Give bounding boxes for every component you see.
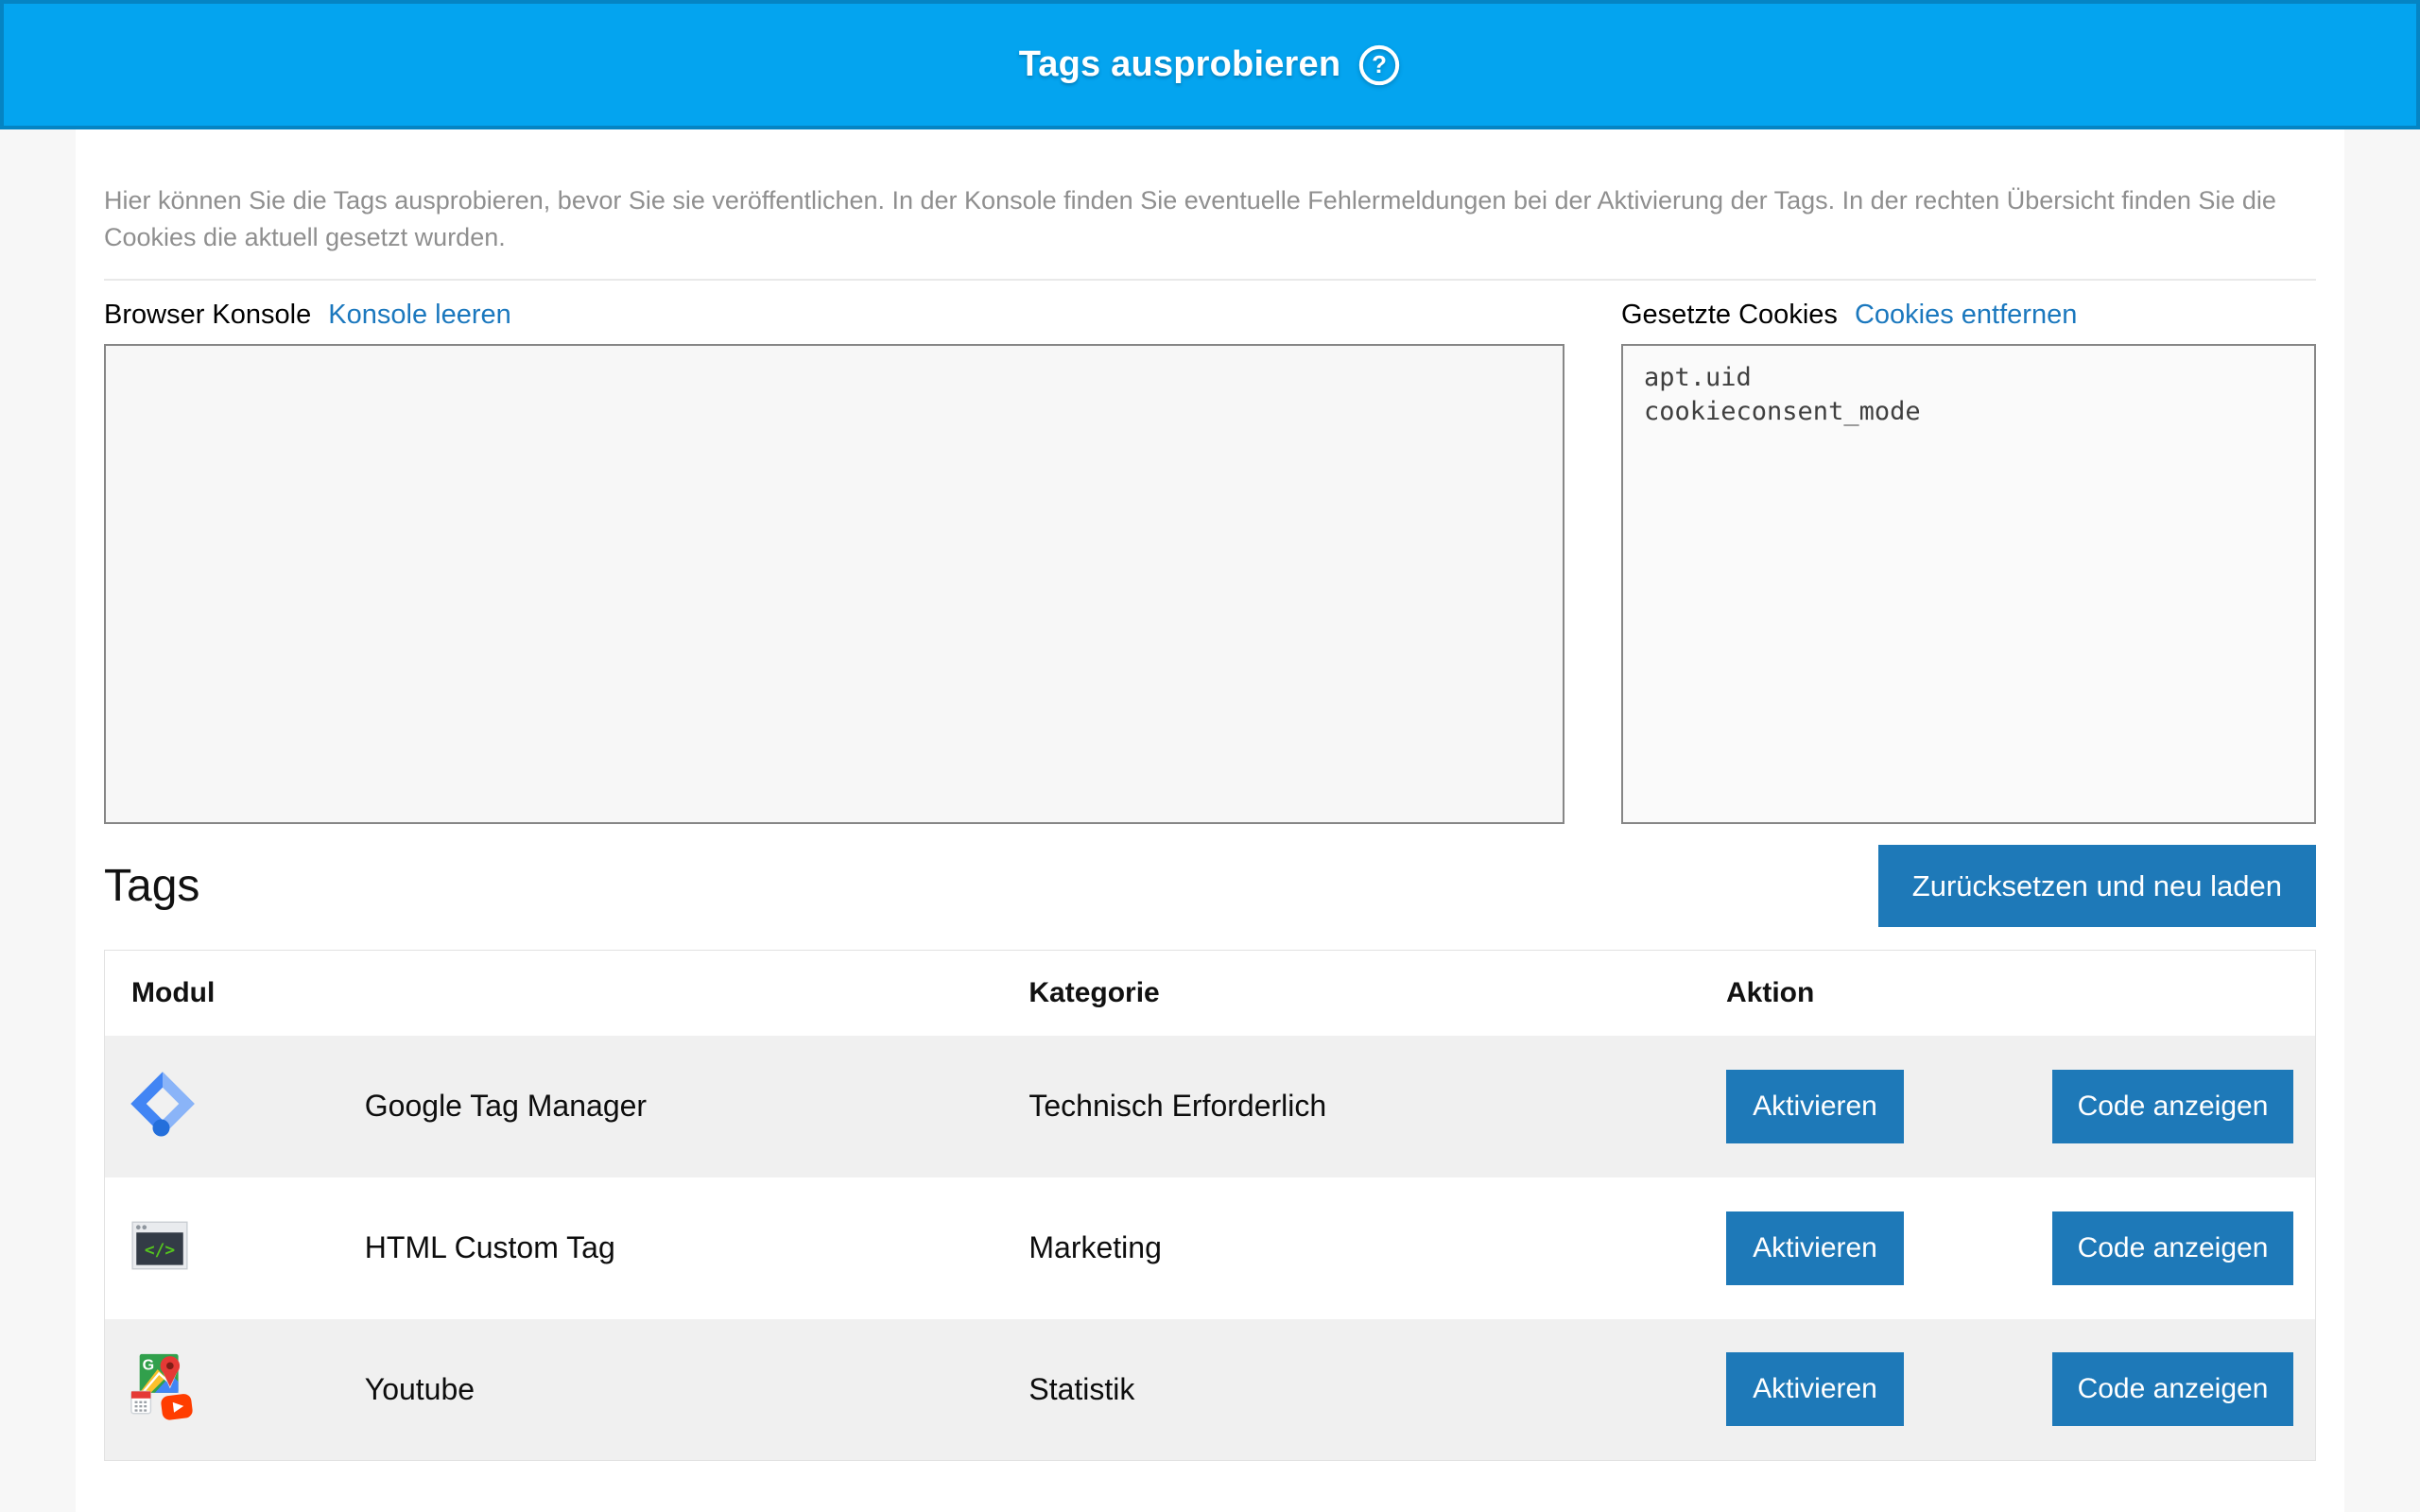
show-code-button[interactable]: Code anzeigen xyxy=(2052,1352,2293,1426)
browser-console-label: Browser Konsole xyxy=(104,300,311,330)
module-category: Marketing xyxy=(1028,1177,1725,1319)
cookie-entry: cookieconsent_mode xyxy=(1644,395,2293,429)
cookies-label: Gesetzte Cookies xyxy=(1621,300,1838,330)
tags-header-row: Tags Zurücksetzen und neu laden xyxy=(104,845,2316,927)
cookie-entry: apt.uid xyxy=(1644,361,2293,395)
show-code-button[interactable]: Code anzeigen xyxy=(2052,1070,2293,1143)
reset-reload-button[interactable]: Zurücksetzen und neu laden xyxy=(1878,845,2316,927)
cookies-panel: Gesetzte Cookies Cookies entfernen apt.u… xyxy=(1621,300,2316,824)
html-custom-tag-icon: </> xyxy=(129,1264,191,1280)
table-row: Google Tag Manager Technisch Erforderlic… xyxy=(105,1036,2316,1177)
console-cookies-section: Browser Konsole Konsole leeren Gesetzte … xyxy=(104,300,2316,824)
cookies-output: apt.uid cookieconsent_mode xyxy=(1621,344,2316,824)
table-header-row: Modul Kategorie Aktion xyxy=(105,951,2316,1036)
table-row: G xyxy=(105,1319,2316,1461)
column-header-module: Modul xyxy=(105,951,1028,1036)
activate-button[interactable]: Aktivieren xyxy=(1726,1352,1904,1426)
table-row: </> HTML Custom Tag Marketing Aktivieren… xyxy=(105,1177,2316,1319)
remove-cookies-link[interactable]: Cookies entfernen xyxy=(1855,300,2077,330)
tags-heading: Tags xyxy=(104,860,199,912)
youtube-google-services-icon: G xyxy=(129,1411,200,1427)
content-card: Hier können Sie die Tags ausprobieren, b… xyxy=(76,129,2344,1512)
module-category: Statistik xyxy=(1028,1319,1725,1461)
browser-console-output xyxy=(104,344,1564,824)
google-tag-manager-icon xyxy=(129,1125,197,1142)
svg-text:G: G xyxy=(143,1356,155,1373)
column-header-action: Aktion xyxy=(1725,951,2316,1036)
page-header: Tags ausprobieren ? xyxy=(0,0,2420,129)
tags-table: Modul Kategorie Aktion xyxy=(104,950,2316,1461)
section-divider xyxy=(104,279,2316,281)
intro-text: Hier können Sie die Tags ausprobieren, b… xyxy=(104,182,2316,256)
help-icon[interactable]: ? xyxy=(1357,43,1401,87)
module-name: HTML Custom Tag xyxy=(364,1177,1028,1319)
activate-button[interactable]: Aktivieren xyxy=(1726,1070,1904,1143)
activate-button[interactable]: Aktivieren xyxy=(1726,1211,1904,1285)
svg-text:</>: </> xyxy=(145,1240,175,1260)
module-name: Google Tag Manager xyxy=(364,1036,1028,1177)
svg-text:?: ? xyxy=(1372,52,1387,78)
show-code-button[interactable]: Code anzeigen xyxy=(2052,1211,2293,1285)
clear-console-link[interactable]: Konsole leeren xyxy=(328,300,510,330)
module-category: Technisch Erforderlich xyxy=(1028,1036,1725,1177)
module-name: Youtube xyxy=(364,1319,1028,1461)
column-header-category: Kategorie xyxy=(1028,951,1725,1036)
page-title: Tags ausprobieren xyxy=(1019,44,1341,85)
browser-console-panel: Browser Konsole Konsole leeren xyxy=(104,300,1564,824)
